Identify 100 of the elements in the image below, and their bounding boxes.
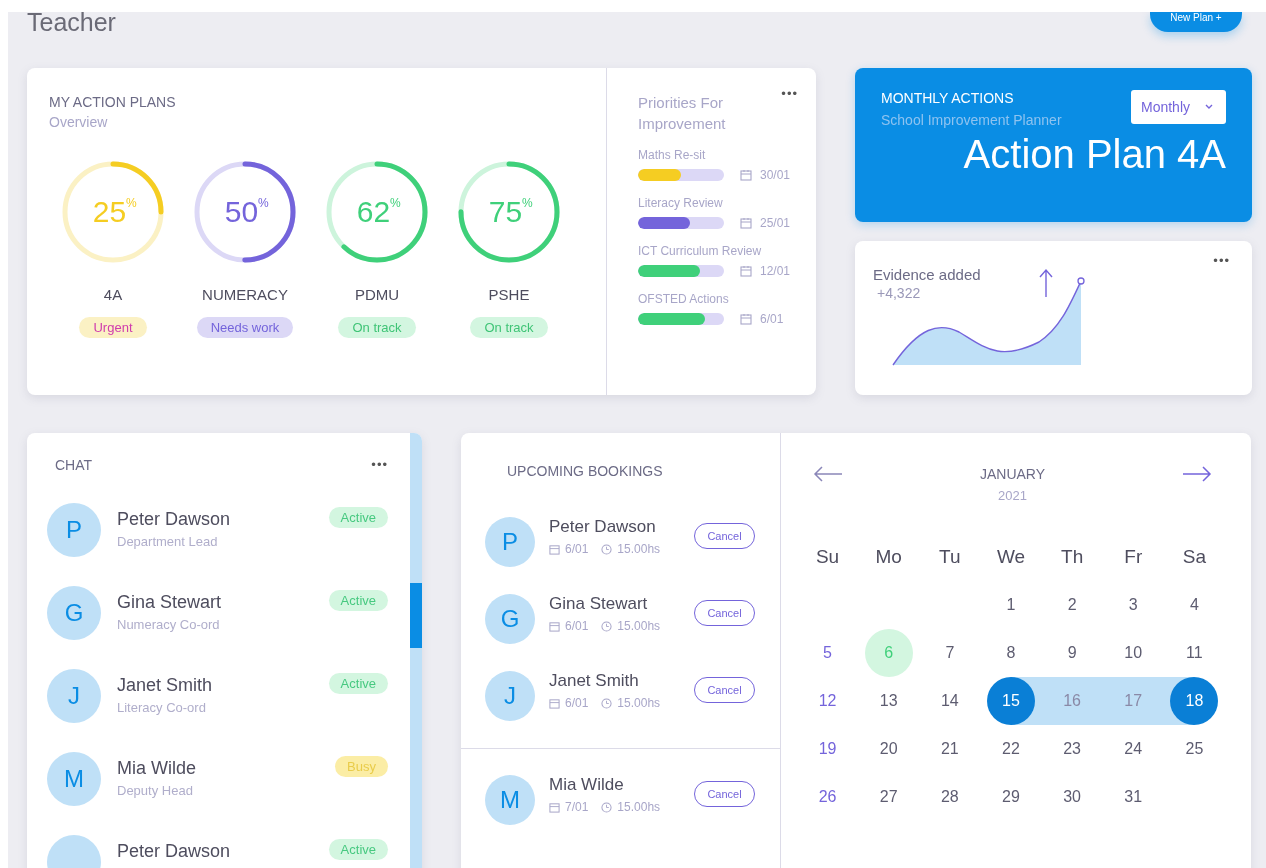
chat-contact[interactable]: G Gina Stewart Numeracy Co-ord Active — [47, 586, 388, 669]
due-date: 25/01 — [760, 216, 791, 230]
booking-time: 15.00hs — [617, 800, 661, 814]
chat-contact[interactable]: Peter Dawson Active — [47, 835, 388, 868]
percent-value: 62$^{%}$ — [356, 195, 401, 229]
calendar-day[interactable]: 8 — [987, 629, 1035, 677]
calendar-day[interactable]: 1 — [987, 581, 1035, 629]
calendar-icon — [549, 543, 560, 555]
next-month-icon[interactable] — [1182, 466, 1212, 482]
cancel-button[interactable]: Cancel — [694, 523, 755, 549]
calendar-day[interactable]: 23 — [1048, 725, 1097, 773]
more-menu[interactable]: ••• — [1213, 253, 1230, 269]
contact-name: Janet Smith — [117, 675, 214, 696]
avatar: M — [485, 775, 535, 825]
calendar-year: 2021 — [997, 488, 1028, 503]
plan-label: PSHE — [488, 286, 530, 303]
percent-value: 50$^{%}$ — [224, 195, 269, 229]
calendar-icon — [740, 169, 752, 181]
avatar: P — [485, 517, 535, 567]
chat-contact[interactable]: P Peter Dawson Department Lead Active — [47, 503, 388, 586]
status-badge: On track — [470, 317, 548, 338]
calendar-day[interactable]: 28 — [925, 773, 974, 821]
avatar: J — [485, 671, 535, 721]
calendar-day[interactable]: 19 — [803, 725, 852, 773]
clock-icon — [601, 801, 613, 813]
evidence-count: +4,322 — [877, 285, 922, 301]
priority-name: OFSTED Actions — [638, 292, 730, 306]
chat-contact[interactable]: M Mia Wilde Deputy Head Busy — [47, 752, 388, 835]
calendar-day[interactable]: 22 — [987, 725, 1035, 773]
priority-name: ICT Curriculum Review — [638, 244, 763, 258]
calendar-icon — [740, 265, 752, 277]
calendar-day[interactable]: 11 — [1170, 629, 1219, 677]
calendar-day[interactable]: 10 — [1109, 629, 1158, 677]
status-badge: Urgent — [79, 317, 147, 338]
contact-role: Department Lead — [117, 534, 219, 549]
calendar-icon — [740, 217, 752, 229]
avatar: P — [47, 503, 101, 557]
calendar-day[interactable]: 31 — [1109, 773, 1158, 821]
calendar-day[interactable]: 5 — [803, 629, 852, 677]
calendar-day[interactable]: 29 — [987, 773, 1035, 821]
calendar-day[interactable]: 9 — [1048, 629, 1097, 677]
calendar-day[interactable]: 24 — [1109, 725, 1158, 773]
priority-name: Literacy Review — [638, 196, 724, 210]
plan-headline: Action Plan 4A — [962, 132, 1226, 177]
card-title: CHAT — [55, 457, 93, 473]
calendar-day[interactable]: 15 — [987, 677, 1035, 725]
cancel-button[interactable]: Cancel — [694, 781, 755, 807]
calendar-day[interactable]: 21 — [925, 725, 974, 773]
booking-time: 15.00hs — [617, 696, 661, 710]
calendar-day[interactable]: 18 — [1170, 677, 1219, 725]
clock-icon — [601, 620, 613, 632]
card-title: UPCOMING BOOKINGS — [506, 462, 664, 479]
calendar-day[interactable]: 12 — [803, 677, 852, 725]
chat-contact[interactable]: J Janet Smith Literacy Co-ord Active — [47, 669, 388, 752]
status-badge: Needs work — [196, 317, 294, 338]
new-plan-button[interactable]: New Plan + — [1150, 12, 1242, 32]
status-badge: Active — [328, 673, 388, 694]
booking-name: Peter Dawson — [549, 517, 657, 537]
calendar-day[interactable]: 26 — [803, 773, 852, 821]
status-badge: Active — [328, 590, 388, 611]
calendar-day[interactable]: 3 — [1109, 581, 1158, 629]
previous-month-icon[interactable] — [813, 466, 843, 482]
contact-name: Peter Dawson — [117, 841, 232, 862]
due-date: 12/01 — [760, 264, 791, 278]
booking-name: Gina Stewart — [549, 594, 649, 614]
plan-label: NUMERACY — [202, 286, 288, 303]
booking-name: Janet Smith — [549, 671, 640, 691]
calendar-day[interactable]: 25 — [1170, 725, 1219, 773]
weekday-label: Th — [1060, 545, 1085, 569]
card-title: MONTHLY ACTIONS — [881, 90, 1015, 106]
avatar: G — [47, 586, 101, 640]
period-dropdown[interactable]: Monthly — [1131, 90, 1226, 124]
booking-date: 7/01 — [565, 800, 589, 814]
more-menu[interactable]: ••• — [371, 457, 388, 473]
priority-name: Maths Re-sit — [638, 148, 707, 162]
weekday-label: We — [995, 545, 1027, 569]
card-subtitle: Overview — [49, 114, 109, 130]
contact-name: Peter Dawson — [117, 509, 232, 530]
calendar-icon — [549, 801, 560, 813]
plan-label: PDMU — [354, 286, 400, 303]
calendar-month: JANUARY — [979, 466, 1046, 482]
scrollbar[interactable] — [410, 433, 422, 868]
calendar-day[interactable]: 20 — [864, 725, 913, 773]
cancel-button[interactable]: Cancel — [694, 677, 755, 703]
calendar-day[interactable]: 13 — [864, 677, 913, 725]
booking-date: 6/01 — [565, 542, 589, 556]
calendar-day[interactable]: 2 — [1048, 581, 1097, 629]
more-menu[interactable]: ••• — [781, 86, 798, 102]
calendar-day[interactable]: 30 — [1048, 773, 1097, 821]
cancel-button[interactable]: Cancel — [694, 600, 755, 626]
calendar-day[interactable]: 27 — [864, 773, 913, 821]
page-title: Teacher — [27, 8, 116, 37]
card-title: Evidence added — [873, 266, 981, 283]
booking-name: Mia Wilde — [549, 775, 625, 795]
calendar-day[interactable]: 4 — [1170, 581, 1219, 629]
calendar-day[interactable]: 7 — [925, 629, 974, 677]
percent-value: 75$^{%}$ — [488, 195, 533, 229]
calendar-day[interactable]: 14 — [925, 677, 974, 725]
clock-icon — [601, 697, 613, 709]
contact-name: Gina Stewart — [117, 592, 223, 613]
